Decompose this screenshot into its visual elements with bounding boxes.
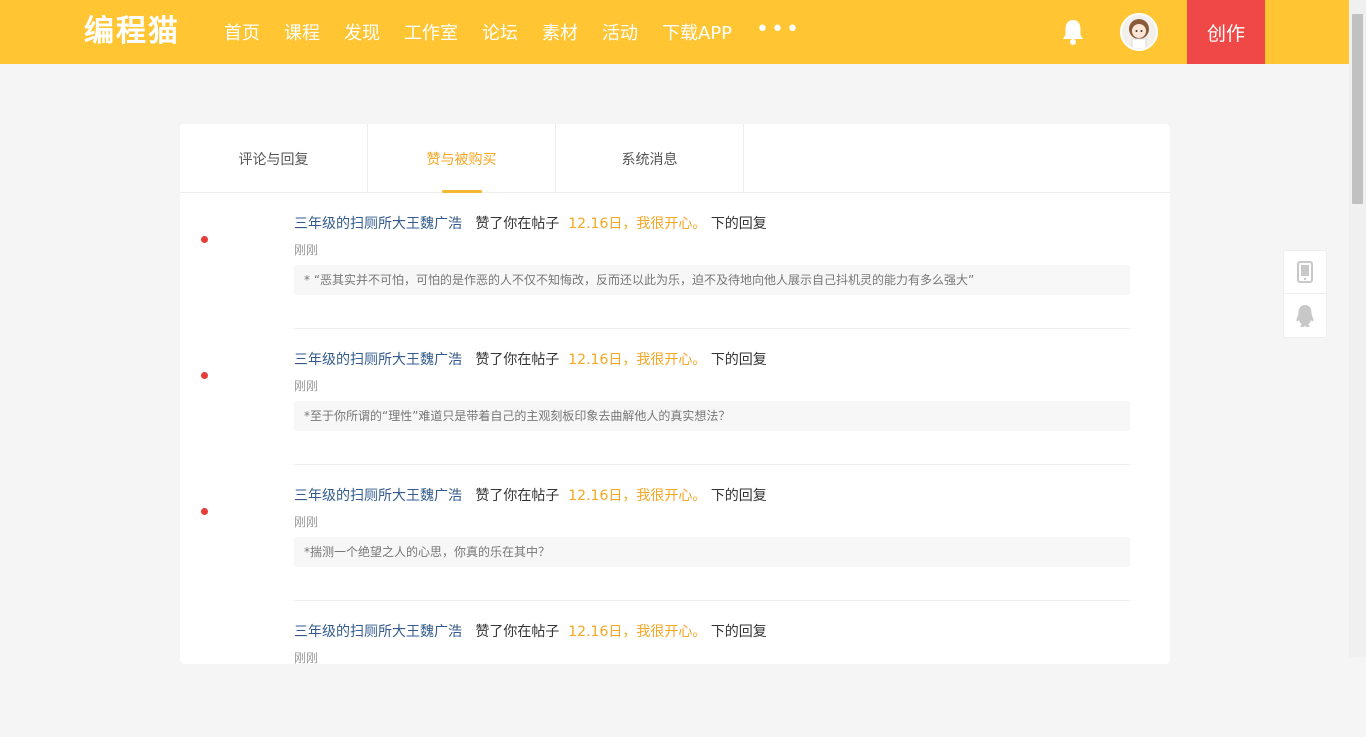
list-item: 三年级的扫厕所大王魏广浩 赞了你在帖子 12.16日，我很开心。 下的回复 刚刚 [180,601,1170,737]
message-text: 三年级的扫厕所大王魏广浩 赞了你在帖子 12.16日，我很开心。 下的回复 [294,213,767,233]
scrollbar-thumb[interactable] [1352,14,1363,204]
avatar[interactable] [1120,13,1158,51]
unread-dot [201,372,208,379]
list-item: 三年级的扫厕所大王魏广浩 赞了你在帖子 12.16日，我很开心。 下的回复 刚刚… [180,193,1170,329]
mobile-icon[interactable] [1284,251,1326,294]
list-item: 三年级的扫厕所大王魏广浩 赞了你在帖子 12.16日，我很开心。 下的回复 刚刚… [180,465,1170,601]
top-header: 编程猫 首页 课程 发现 工作室 论坛 素材 活动 下载APP ••• 创作 [0,0,1349,64]
message-tabs: 评论与回复 赞与被购买 系统消息 [180,124,1170,193]
nav-item-home[interactable]: 首页 [224,19,260,45]
nav-item-events[interactable]: 活动 [602,19,638,45]
message-action: 赞了你在帖子 [475,216,560,232]
message-text: 三年级的扫厕所大王魏广浩 赞了你在帖子 12.16日，我很开心。 下的回复 [294,621,767,641]
message-card: 评论与回复 赞与被购买 系统消息 三年级的扫厕所大王魏广浩 赞了你在帖子 12.… [180,124,1170,665]
message-time: 刚刚 [294,379,319,393]
site-logo[interactable]: 编程猫 [84,12,180,52]
message-action: 赞了你在帖子 [475,624,560,640]
nav-item-studio[interactable]: 工作室 [404,19,458,45]
qq-icon[interactable] [1284,294,1326,337]
message-quote[interactable]: * “恶其实并不可怕，可怕的是作恶的人不仅不知悔改，反而还以此为乐，迫不及待地向… [294,265,1130,295]
nav-item-download-app[interactable]: 下载APP [662,19,732,45]
nav-item-discover[interactable]: 发现 [344,19,380,45]
message-text: 三年级的扫厕所大王魏广浩 赞了你在帖子 12.16日，我很开心。 下的回复 [294,485,767,505]
message-post-link[interactable]: 12.16日，我很开心。 [568,624,706,640]
message-post-link[interactable]: 12.16日，我很开心。 [568,488,706,504]
side-toolbar [1283,250,1327,338]
tab-system-messages[interactable]: 系统消息 [556,124,744,193]
message-post-link[interactable]: 12.16日，我很开心。 [568,216,706,232]
list-item: 三年级的扫厕所大王魏广浩 赞了你在帖子 12.16日，我很开心。 下的回复 刚刚… [180,329,1170,465]
more-icon[interactable]: ••• [756,17,801,42]
message-user-link[interactable]: 三年级的扫厕所大王魏广浩 [294,488,462,504]
message-time: 刚刚 [294,515,319,529]
message-suffix: 下的回复 [710,624,767,640]
nav-item-forum[interactable]: 论坛 [482,19,518,45]
bell-icon[interactable] [1060,18,1086,46]
message-time: 刚刚 [294,651,319,665]
main-nav: 首页 课程 发现 工作室 论坛 素材 活动 下载APP ••• [224,0,801,64]
tab-likes-purchases[interactable]: 赞与被购买 [368,124,556,193]
message-suffix: 下的回复 [710,488,767,504]
message-quote[interactable]: *揣测一个绝望之人的心思，你真的乐在其中？ [294,537,1130,567]
tab-comments-replies[interactable]: 评论与回复 [180,124,368,193]
message-post-link[interactable]: 12.16日，我很开心。 [568,352,706,368]
nav-item-assets[interactable]: 素材 [542,19,578,45]
message-text: 三年级的扫厕所大王魏广浩 赞了你在帖子 12.16日，我很开心。 下的回复 [294,349,767,369]
message-quote[interactable]: *至于你所谓的“理性”难道只是带着自己的主观刻板印象去曲解他人的真实想法？ [294,401,1130,431]
message-user-link[interactable]: 三年级的扫厕所大王魏广浩 [294,216,462,232]
message-time: 刚刚 [294,243,319,257]
message-user-link[interactable]: 三年级的扫厕所大王魏广浩 [294,624,462,640]
message-user-link[interactable]: 三年级的扫厕所大王魏广浩 [294,352,462,368]
page-scrollbar[interactable] [1349,0,1366,657]
message-suffix: 下的回复 [710,352,767,368]
nav-item-courses[interactable]: 课程 [284,19,320,45]
create-button[interactable]: 创作 [1187,0,1265,64]
unread-dot [201,236,208,243]
message-action: 赞了你在帖子 [475,488,560,504]
unread-dot [201,508,208,515]
message-suffix: 下的回复 [710,216,767,232]
message-action: 赞了你在帖子 [475,352,560,368]
